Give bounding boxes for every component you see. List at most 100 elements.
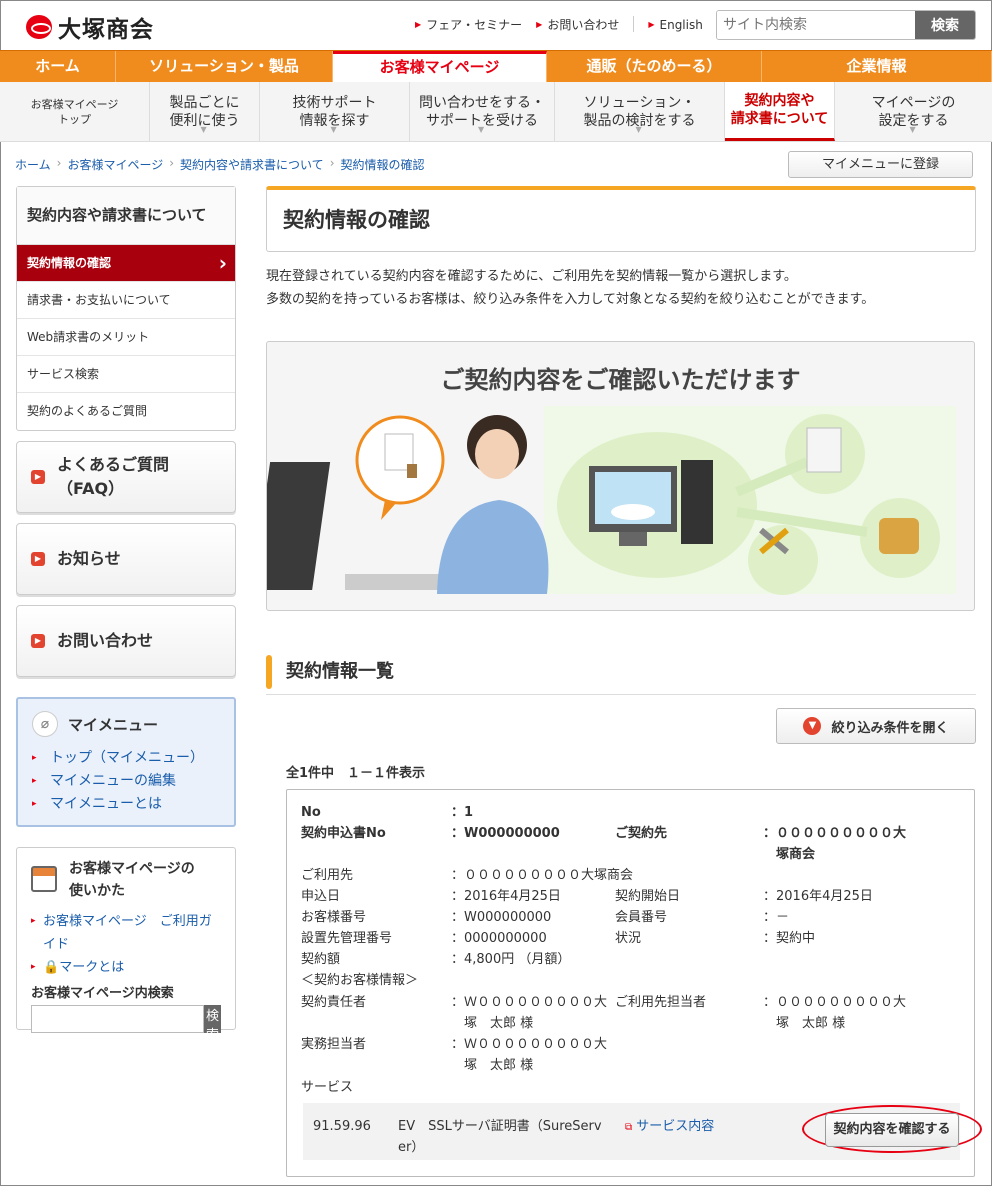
sidebar: 契約内容や請求書について 契約情報の確認 請求書・お支払いについて Web請求書… (16, 186, 236, 1043)
open-filter-button[interactable]: ▼ 絞り込み条件を開く (776, 708, 976, 744)
triangle-icon: ▶ (415, 20, 422, 29)
main-nav-company[interactable]: 企業情報 (762, 51, 992, 82)
top-link-english[interactable]: ▶ English (648, 16, 703, 33)
service-detail-label: サービス内容 (636, 1119, 715, 1134)
no-label: No (301, 805, 321, 820)
status-label: 状況 (615, 931, 642, 946)
page-title: 契約情報の確認 (266, 186, 976, 252)
breadcrumb-home[interactable]: ホーム (15, 156, 51, 173)
top-link-fair[interactable]: ▶ フェア・セミナー (415, 16, 522, 33)
mymenu-link-about[interactable]: マイメニューとは (32, 793, 220, 816)
sidebar-item-web-invoice[interactable]: Web請求書のメリット (17, 319, 235, 356)
user-contact-label: ご利用先担当者 (615, 995, 707, 1010)
guide-link-mark-label: マークとは (59, 960, 125, 975)
mymenu-title: ⌀ マイメニュー (32, 711, 220, 737)
sidebar-item-service-search[interactable]: サービス検索 (17, 356, 235, 393)
contact-button[interactable]: ▶ お問い合わせ (16, 605, 236, 677)
result-count: 全1件中 １－１件表示 (286, 766, 426, 781)
chevron-down-icon: ▼ (635, 125, 642, 134)
start-value: ：2016年4月25日 (763, 889, 873, 904)
external-link-icon: ⧉ (625, 1122, 633, 1133)
party-label: ご契約先 (615, 826, 668, 841)
arrow-right-icon: ▶ (31, 634, 45, 648)
service-name: EV SSLサーバ証明書（SureServ er） (398, 1119, 602, 1155)
sub-nav-settings[interactable]: マイページの 設定をする ▼ (835, 82, 992, 141)
sub-nav-top[interactable]: お客様マイページ トップ (0, 82, 150, 141)
sidebar-item-contract-check[interactable]: 契約情報の確認 (17, 245, 235, 282)
date-value: ：2016年4月25日 (451, 889, 561, 904)
main-nav-tanomail[interactable]: 通販（たのめーる） (547, 51, 762, 82)
logo-mark-icon (26, 15, 52, 39)
sub-nav-support[interactable]: 技術サポート 情報を探す ▼ (260, 82, 410, 141)
chevron-down-icon: ▼ (909, 125, 916, 134)
guide-search: 検索 (31, 1005, 221, 1043)
filter-label: 絞り込み条件を開く (831, 720, 949, 736)
guide-book-icon (31, 866, 57, 892)
intro-line: 現在登録されている契約内容を確認するために、ご利用先を契約情報一覧から選択します… (266, 269, 797, 284)
amount-label: 契約額 (301, 952, 341, 967)
logo[interactable]: 大塚商会 (26, 10, 154, 44)
breadcrumb-mypage[interactable]: お客様マイページ (67, 156, 163, 173)
amount-value: ：4,800円 （月額） (451, 952, 571, 967)
main-nav-home[interactable]: ホーム (0, 51, 116, 82)
top-links: ▶ フェア・セミナー ▶ お問い合わせ ▶ English (415, 16, 703, 33)
chevron-right-icon: › (56, 156, 62, 170)
intro-line: 多数の契約を持っているお客様は、絞り込み条件を入力して対象となる契約を絞り込むこ… (266, 292, 875, 307)
sub-nav-label: お客様マイページ トップ (30, 97, 119, 126)
user-contact-value: ：０００００００００大 塚 太郎 様 (763, 995, 907, 1031)
cust-label: お客様番号 (301, 910, 367, 925)
banner: ご契約内容をご確認いただけます (266, 341, 975, 611)
confirm-contract-button[interactable]: 契約内容を確認する (825, 1113, 959, 1147)
faq-button[interactable]: ▶ よくあるご質問 （FAQ） (16, 441, 236, 513)
breadcrumb-current[interactable]: 契約情報の確認 (341, 156, 425, 173)
news-button[interactable]: ▶ お知らせ (16, 523, 236, 595)
member-value: ：－ (763, 910, 790, 925)
guide-link-mark[interactable]: 🔒マークとは (31, 956, 221, 979)
sub-nav-products[interactable]: 製品ごとに 便利に使う ▼ (150, 82, 260, 141)
site-search-button[interactable]: 検索 (915, 11, 975, 39)
breadcrumb: ホーム › お客様マイページ › 契約内容や請求書について › 契約情報の確認 (15, 156, 425, 173)
arrow-right-icon: ▶ (31, 552, 45, 566)
mymenu-link-top[interactable]: トップ（マイメニュー） (32, 747, 220, 770)
sub-nav-label: 契約内容や 請求書について (730, 93, 829, 127)
chevron-down-icon: ▼ (803, 717, 822, 735)
breadcrumb-contract[interactable]: 契約内容や請求書について (180, 156, 324, 173)
mymenu-link-edit[interactable]: マイメニューの編集 (32, 770, 220, 793)
sidebar-title: 契約内容や請求書について (17, 187, 235, 245)
guide-search-button[interactable]: 検索 (204, 1005, 221, 1043)
top-link-label: English (659, 17, 703, 32)
top-link-contact[interactable]: ▶ お問い合わせ (536, 16, 619, 33)
contact-label: お問い合わせ (57, 631, 154, 650)
service-detail-link[interactable]: ⧉ サービス内容 (625, 1116, 714, 1138)
site-search-input[interactable] (717, 11, 915, 39)
guide-search-input[interactable] (31, 1005, 204, 1033)
start-label: 契約開始日 (615, 889, 681, 904)
triangle-icon: ▶ (648, 20, 655, 29)
main-nav-solutions[interactable]: ソリューション・製品 (116, 51, 333, 82)
chevron-down-icon: ▼ (200, 125, 207, 134)
status-value: ：契約中 (763, 931, 816, 946)
guide-link-usage[interactable]: お客様マイページ ご利用ガイド (31, 910, 221, 956)
site-search: 検索 (716, 10, 976, 40)
date-label: 申込日 (301, 889, 341, 904)
main-nav: ホーム ソリューション・製品 お客様マイページ 通販（たのめーる） 企業情報 (0, 50, 992, 82)
divider (633, 16, 635, 32)
guide-title-text: お客様マイページの 使いかた (69, 861, 195, 899)
user-value: ：０００００００００大塚商会 (451, 868, 634, 883)
sub-nav-solutions[interactable]: ソリューション・ 製品の検討をする ▼ (555, 82, 725, 141)
banner-illustration (267, 406, 956, 595)
contract-list-heading: 契約情報一覧 (266, 655, 976, 695)
sub-nav-contract[interactable]: 契約内容や 請求書について (725, 82, 835, 141)
sidebar-item-faq[interactable]: 契約のよくあるご質問 (17, 393, 235, 430)
sub-nav-inquiry[interactable]: 問い合わせをする・ サポートを受ける ▼ (410, 82, 555, 141)
site-label: 設置先管理番号 (301, 931, 393, 946)
register-mymenu-button[interactable]: マイメニューに登録 (788, 151, 973, 178)
user-label: ご利用先 (301, 868, 354, 883)
service-code: 91.59.96 (313, 1119, 371, 1134)
mymenu-title-text: マイメニュー (68, 715, 159, 734)
member-label: 会員番号 (615, 910, 668, 925)
resp-value: ：Ｗ０００００００００大 塚 太郎 様 (451, 995, 608, 1031)
sidebar-item-invoice[interactable]: 請求書・お支払いについて (17, 282, 235, 319)
main-nav-mypage[interactable]: お客様マイページ (333, 51, 547, 82)
app-label: 契約申込書No (301, 826, 386, 841)
